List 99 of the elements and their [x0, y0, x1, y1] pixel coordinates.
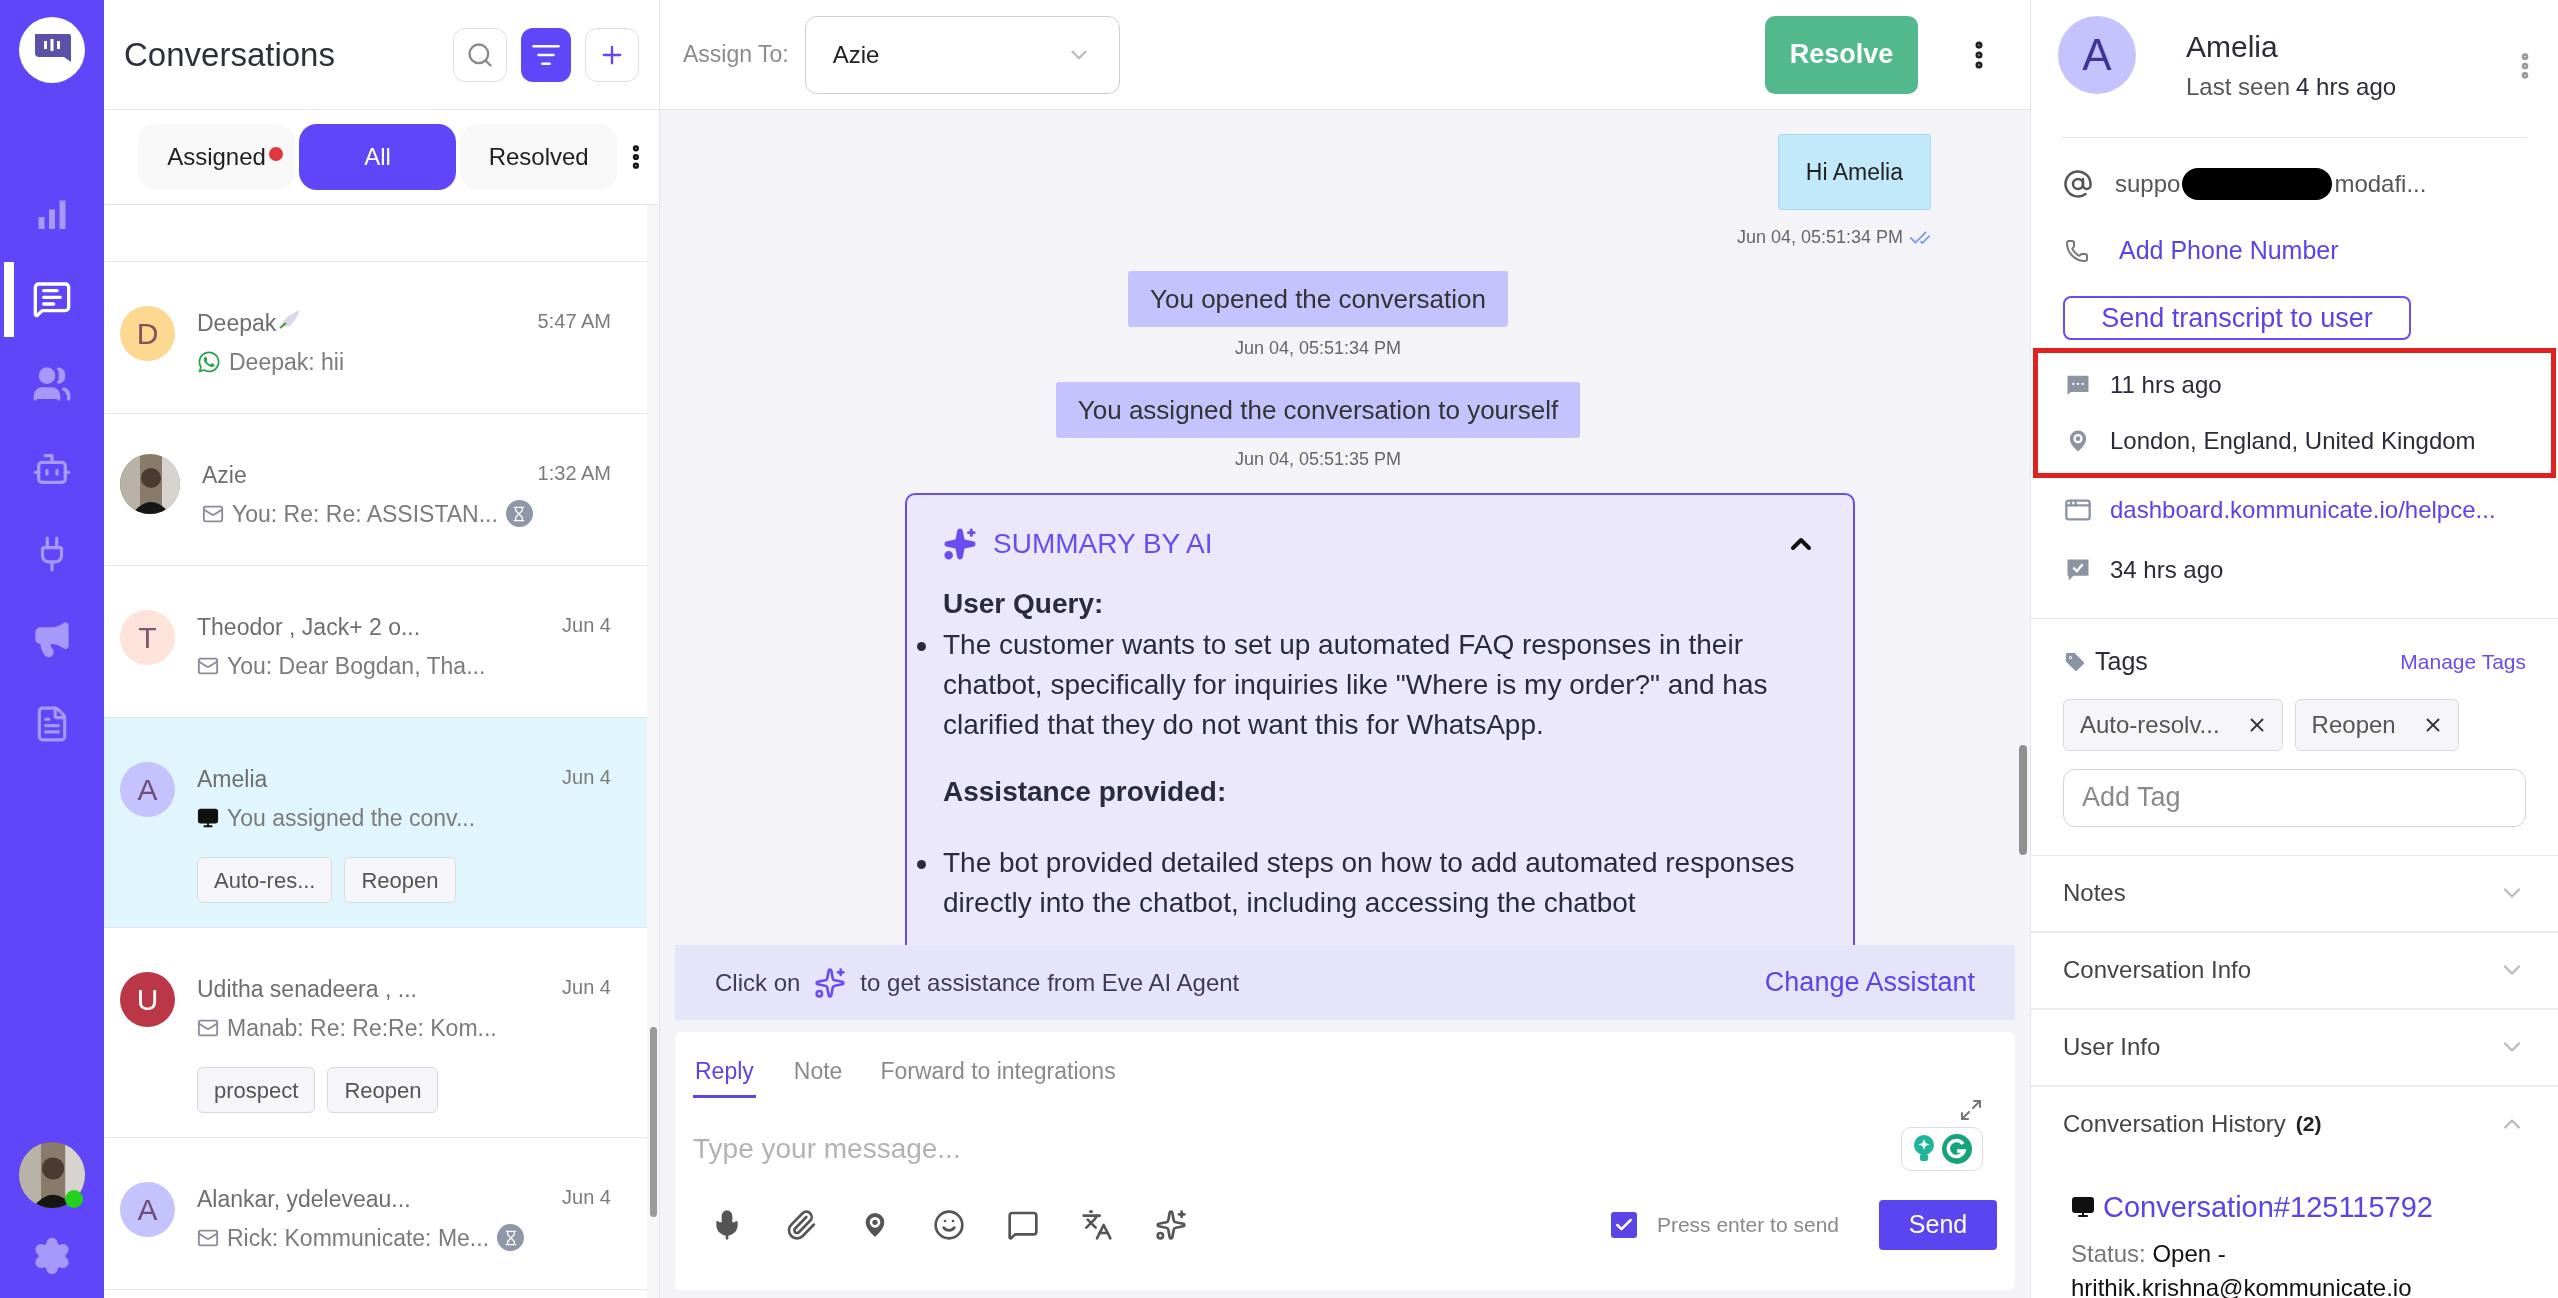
message-preview: Deepak: hii — [229, 347, 345, 377]
expand-icon[interactable] — [1959, 1097, 1983, 1122]
message-time: Jun 04, 05:51:34 PM — [1736, 226, 1903, 249]
tag-chip: Reopen — [327, 1067, 439, 1113]
add-tag-field[interactable]: Add Tag — [2063, 768, 2526, 827]
detail-text: London, England, United Kingdom — [2110, 426, 2476, 456]
detail-text: 11 hrs ago — [2110, 370, 2222, 400]
avatar-initial: A — [120, 1182, 175, 1237]
message-time: Jun 04, 05:51:35 PM — [1234, 448, 1402, 471]
tag-chip: Reopen — [344, 857, 456, 903]
contact-avatar: A — [2058, 16, 2136, 94]
contact-name: Deepak — [197, 309, 277, 338]
system-message: You assigned the conversation to yourself — [1055, 382, 1581, 438]
filter-tab[interactable]: All — [299, 124, 457, 190]
timestamp: Jun 4 — [562, 1185, 611, 1210]
composer-tab[interactable]: Reply — [693, 1054, 756, 1098]
count-label: (2) — [2295, 1111, 2322, 1138]
monitor-icon — [2071, 1195, 2095, 1220]
press-enter-label: Press enter to send — [1656, 1211, 1839, 1238]
accordion-header[interactable]: User Info — [2031, 1009, 2558, 1087]
search-icon — [466, 40, 494, 69]
status-label: Status: — [2071, 1240, 2146, 1267]
status-value: Open - — [2152, 1240, 2226, 1267]
emoji-icon[interactable] — [933, 1208, 965, 1241]
page-link[interactable]: dashboard.kommunicate.io/helpce... — [2110, 492, 2496, 528]
scrollbar-thumb[interactable] — [650, 1027, 657, 1217]
bullet-icon — [917, 642, 926, 651]
timestamp: 5:47 AM — [537, 309, 611, 334]
tags-title: Tags — [2095, 646, 2149, 677]
contact-name: Amelia — [2186, 29, 2279, 65]
detail-text: 34 hrs ago — [2110, 555, 2224, 585]
search-button[interactable] — [453, 27, 507, 82]
message-preview: Rick: Kommunicate: Me... — [227, 1223, 490, 1253]
paperclip-icon[interactable] — [785, 1208, 817, 1241]
message-preview: You: Re: Re: ASSISTAN... — [232, 499, 498, 529]
send-button[interactable]: Send — [1879, 1199, 1997, 1250]
system-message: You opened the conversation — [1128, 271, 1508, 327]
last-seen-label: Last seen — [2186, 72, 2291, 102]
last-seen-time: 4 hrs ago — [2296, 72, 2397, 102]
composer-tab[interactable]: Note — [793, 1054, 843, 1098]
contact-name: Uditha senadeera , ... — [197, 975, 417, 1004]
summary-heading: User Query: — [943, 587, 1105, 621]
contact-name: Alankar, ydeleveau... — [197, 1185, 411, 1214]
assignee-dropdown[interactable]: Azie — [804, 15, 1120, 94]
message-preview: You: Dear Bogdan, Tha... — [227, 651, 486, 681]
bullet-icon — [917, 860, 926, 869]
press-enter-checkbox[interactable] — [1610, 1211, 1637, 1238]
contact-name: Theodor , Jack+ 2 o... — [197, 613, 421, 642]
sparkles-icon — [943, 527, 977, 561]
change-assistant-link[interactable]: Change Assistant — [1764, 962, 1975, 1003]
avatar-initial: D — [120, 306, 175, 361]
summary-heading: Assistance provided: — [943, 775, 1228, 809]
assistant-hint: to get assistance from Eve AI Agent — [860, 967, 1241, 998]
tag-chip: Auto-res... — [197, 857, 333, 903]
email-text: suppo — [2115, 169, 2181, 199]
message-bubble: Hi Amelia — [1777, 134, 1931, 210]
translate-icon[interactable] — [1081, 1208, 1113, 1241]
message-time: Jun 04, 05:51:34 PM — [1234, 337, 1402, 360]
composer-tab[interactable]: Forward to integrations — [880, 1054, 1116, 1098]
sparkles-icon[interactable] — [814, 966, 847, 999]
email-text: modafi... — [2334, 169, 2427, 199]
conversation-link[interactable]: Conversation#125115792 — [2103, 1185, 2433, 1229]
avatar-initial: A — [120, 762, 175, 817]
filter-button[interactable] — [521, 27, 571, 82]
message-preview: Manab: Re: Re:Re: Kom... — [227, 1013, 497, 1043]
contact-name: Azie — [202, 461, 247, 490]
grammar-assistant-icon[interactable] — [1901, 1126, 1983, 1171]
avatar-initial: U — [120, 972, 175, 1027]
assign-label: Assign To: — [683, 40, 789, 70]
manage-tags-link[interactable]: Manage Tags — [2400, 646, 2526, 678]
timestamp: Jun 4 — [562, 765, 611, 790]
add-button[interactable] — [585, 27, 639, 82]
message-preview: You assigned the conv... — [227, 803, 476, 833]
panel-title: Conversations — [124, 34, 336, 75]
send-transcript-button[interactable]: Send transcript to user — [2063, 295, 2411, 340]
scrollbar-thumb[interactable] — [2019, 745, 2027, 855]
assistant-hint: Click on — [715, 967, 801, 998]
tag-chip: Reopen — [2294, 698, 2459, 751]
filter-tab[interactable]: Resolved — [460, 124, 618, 190]
phone-icon — [2065, 238, 2089, 263]
contact-name: Amelia — [197, 765, 268, 794]
accordion-header[interactable]: Notes — [2031, 855, 2558, 933]
timestamp: Jun 4 — [562, 613, 611, 638]
avatar-initial: T — [120, 610, 175, 665]
tag-chip: Auto-resolv... — [2063, 698, 2283, 751]
message-input[interactable]: Type your message... — [693, 1123, 1901, 1174]
accordion-header[interactable]: Conversation Info — [2031, 932, 2558, 1010]
timestamp: 1:32 AM — [537, 461, 611, 486]
timestamp: Jun 4 — [562, 975, 611, 1000]
sparkles-icon[interactable] — [1155, 1208, 1187, 1241]
summary-title: SUMMARY BY AI — [993, 527, 1214, 561]
tag-chip: prospect — [197, 1067, 316, 1113]
filter-tab[interactable]: Assigned — [138, 124, 296, 190]
summary-text: The customer wants to set up automated FAQ responses in their chatbot, specifically for inquiries like "Where is my order?" and has clarified that they do not want this for WhatsApp. — [943, 628, 1769, 742]
at-sign-icon — [2063, 169, 2093, 199]
accordion-header[interactable]: Conversation History (2) — [2031, 1086, 2558, 1164]
summary-text: The bot provided detailed steps on how to add automated responses directly into the chatbot, including accessing the chatbot — [943, 846, 1796, 920]
conversation-item[interactable]: A Amelia Jun 4 You assigned the conv... Auto-res... Reopen — [104, 718, 647, 928]
add-phone-link[interactable]: Add Phone Number — [2119, 232, 2339, 270]
